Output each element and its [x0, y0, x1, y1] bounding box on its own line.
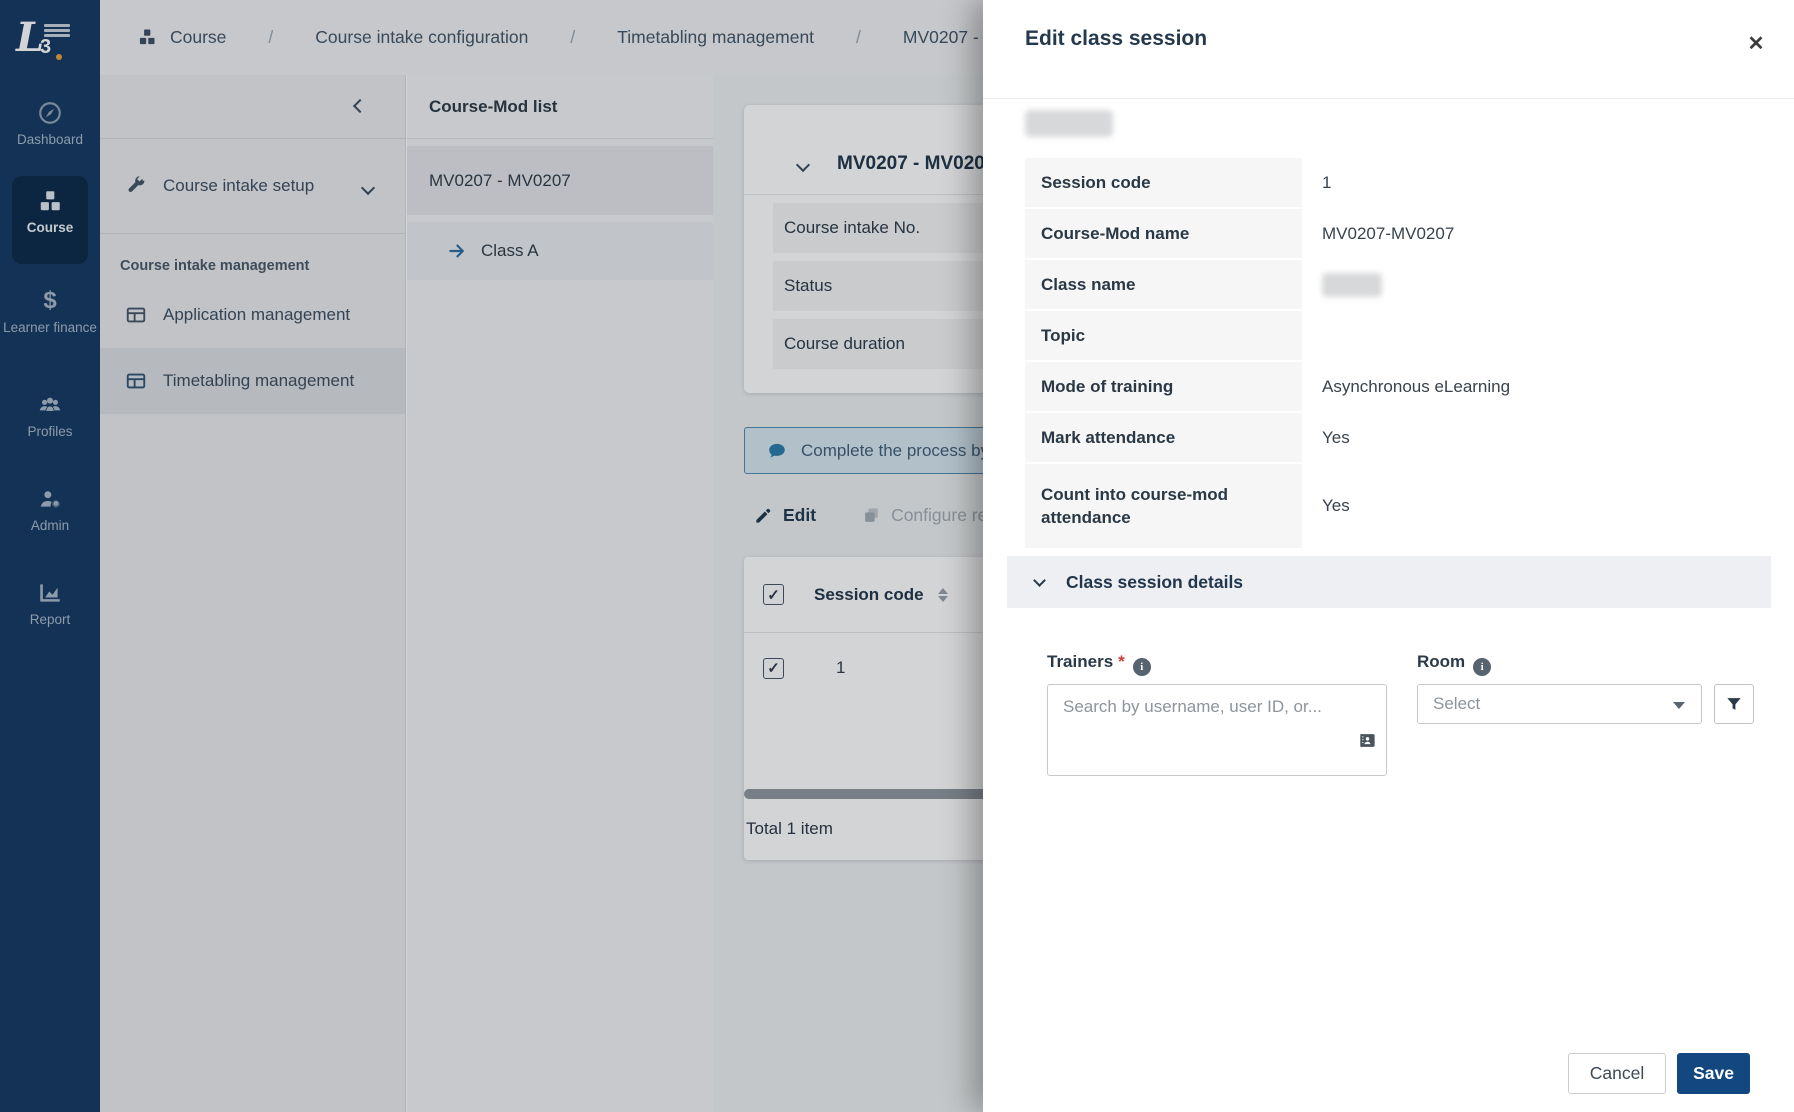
drawer-footer: Cancel Save	[983, 1036, 1794, 1112]
funnel-icon	[1727, 698, 1741, 710]
trainers-search-field	[1047, 684, 1387, 776]
detail-label: Topic	[1025, 311, 1302, 360]
detail-value	[1302, 260, 1725, 309]
detail-row-class-name: Class name	[1025, 260, 1725, 309]
redacted-class-name	[1322, 272, 1382, 297]
detail-label: Session code	[1025, 158, 1302, 207]
trainers-label-text: Trainers	[1047, 652, 1114, 671]
chevron-down-icon	[1033, 574, 1046, 587]
detail-label: Count into course-mod attendance	[1025, 464, 1302, 548]
room-label-text: Room	[1417, 652, 1466, 671]
class-session-details-section-header[interactable]: Class session details	[1007, 556, 1771, 608]
address-book-icon[interactable]	[1358, 731, 1377, 750]
trainers-search-input[interactable]	[1048, 685, 1386, 775]
detail-value: Yes	[1322, 427, 1350, 447]
detail-row-mark-attendance: Mark attendance Yes	[1025, 413, 1725, 462]
detail-row-mode-of-training: Mode of training Asynchronous eLearning	[1025, 362, 1725, 411]
close-icon[interactable]: ✕	[1740, 28, 1772, 60]
edit-class-session-drawer: Edit class session ✕ Session code 1 Cour…	[983, 0, 1794, 1112]
cancel-button[interactable]: Cancel	[1568, 1053, 1666, 1094]
divider	[983, 98, 1794, 99]
detail-row-course-mod-name: Course-Mod name MV0207-MV0207	[1025, 209, 1725, 258]
chevron-down-icon	[1673, 702, 1685, 709]
trainers-label: Trainers * i	[1047, 652, 1151, 676]
detail-label: Mark attendance	[1025, 413, 1302, 462]
detail-label: Mode of training	[1025, 362, 1302, 411]
room-select-value: Select	[1433, 694, 1481, 713]
detail-label: Course-Mod name	[1025, 209, 1302, 258]
room-filter-button[interactable]	[1714, 684, 1754, 724]
session-details-table: Session code 1 Course-Mod name MV0207-MV…	[1025, 158, 1725, 550]
room-select[interactable]: Select	[1417, 684, 1702, 724]
room-label: Room i	[1417, 652, 1492, 676]
required-marker: *	[1118, 652, 1125, 671]
detail-value: Asynchronous eLearning	[1322, 376, 1511, 396]
drawer-title: Edit class session	[1025, 27, 1208, 50]
detail-value: 1	[1322, 172, 1332, 192]
detail-value: Yes	[1322, 496, 1350, 515]
detail-row-session-code: Session code 1	[1025, 158, 1725, 207]
detail-value: MV0207-MV0207	[1322, 223, 1455, 243]
screen: L 3 Dashboard Course $ Learner finance P…	[0, 0, 1794, 1112]
detail-row-count-attendance: Count into course-mod attendance Yes	[1025, 464, 1725, 548]
save-button[interactable]: Save	[1677, 1053, 1750, 1094]
section-title: Class session details	[1066, 571, 1244, 592]
info-icon[interactable]: i	[1132, 658, 1151, 676]
modal-backdrop[interactable]	[0, 0, 983, 1112]
detail-row-topic: Topic	[1025, 311, 1725, 360]
info-icon[interactable]: i	[1473, 658, 1492, 676]
redacted-session-label	[1025, 110, 1113, 137]
detail-value	[1302, 311, 1725, 360]
detail-label: Class name	[1025, 260, 1302, 309]
